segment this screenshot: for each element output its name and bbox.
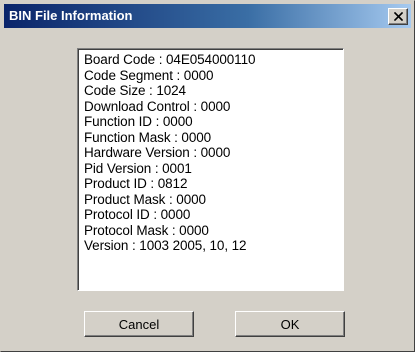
info-line-protocol-id: Protocol ID : 0000: [84, 207, 191, 222]
info-line-version: Version : 1003 2005, 10, 12: [84, 238, 247, 253]
info-line-product-mask: Product Mask : 0000: [84, 191, 206, 207]
title-bar[interactable]: BIN File Information: [4, 4, 411, 28]
info-line-function-id: Function ID : 0000: [84, 114, 193, 129]
info-line-protocol-mask: Protocol Mask : 0000: [84, 222, 209, 238]
close-icon: [394, 12, 403, 21]
bin-file-info-dialog: BIN File Information Board Code : 04E054…: [0, 0, 415, 352]
info-listbox[interactable]: Board Code : 04E054000110 Code Segment :…: [77, 48, 344, 291]
info-line-download-control: Download Control : 0000: [84, 98, 231, 114]
info-line-product-id: Product ID : 0812: [84, 176, 188, 191]
cancel-button[interactable]: Cancel: [84, 311, 194, 337]
window-title: BIN File Information: [9, 8, 133, 23]
info-line-board-code: Board Code : 04E054000110: [84, 52, 256, 67]
close-button[interactable]: [388, 8, 408, 25]
ok-button[interactable]: OK: [235, 311, 345, 337]
info-line-function-mask: Function Mask : 0000: [84, 129, 212, 145]
info-line-pid-version: Pid Version : 0001: [84, 160, 192, 176]
info-line-code-segment: Code Segment : 0000: [84, 67, 214, 83]
info-line-hardware-version: Hardware Version : 0000: [84, 145, 231, 160]
info-list: Board Code : 04E054000110 Code Segment :…: [78, 49, 343, 254]
info-line-code-size: Code Size : 1024: [84, 83, 186, 98]
